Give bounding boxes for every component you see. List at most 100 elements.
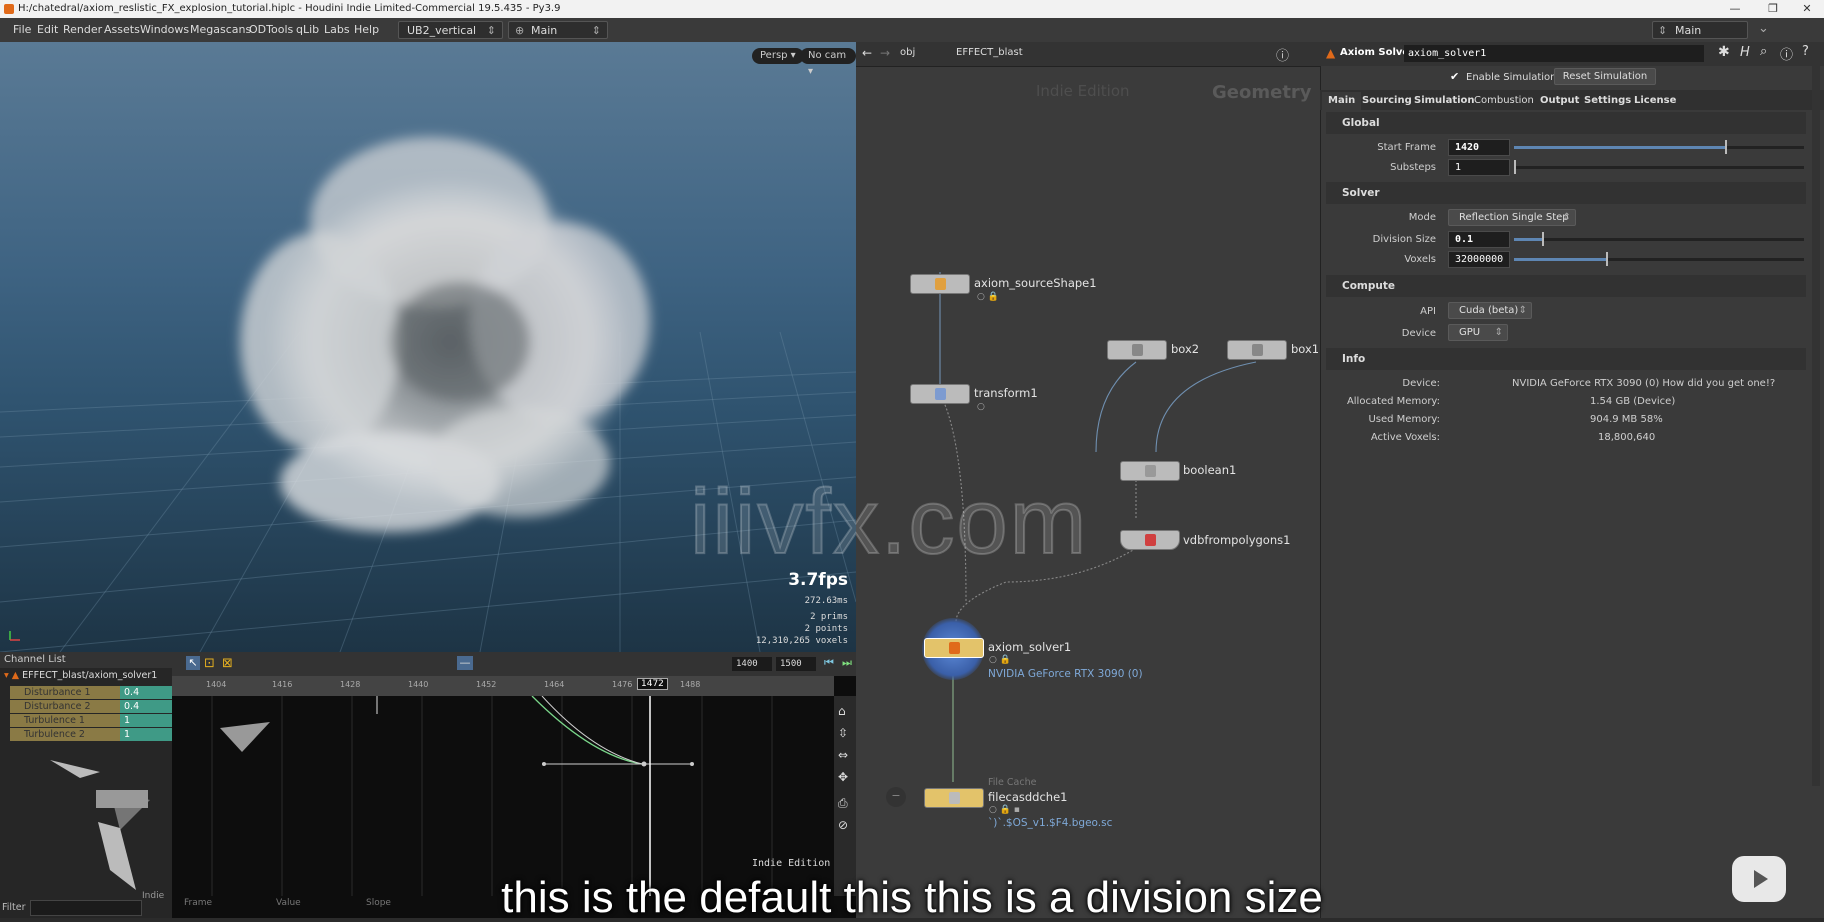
node-label: axiom_sourceShape1 <box>974 276 1097 290</box>
video-subtitle: this is the default this this is a divis… <box>501 873 1323 922</box>
device-dropdown[interactable]: GPU ⇕ <box>1448 324 1508 341</box>
node-axiom-source-shape[interactable] <box>910 274 970 294</box>
menu-qlib[interactable]: qLib <box>296 23 319 36</box>
voxels-slider[interactable] <box>1514 252 1804 266</box>
context-selector[interactable]: ⊕ Main ⇕ <box>508 21 608 39</box>
info-alloc-value: 1.54 GB (Device) <box>1590 396 1676 407</box>
search-icon[interactable]: ⌕ <box>1760 44 1767 59</box>
mode-dropdown[interactable]: Reflection Single Step ⇕ <box>1448 209 1576 226</box>
mode-value: Reflection Single Step <box>1459 212 1569 223</box>
voxels-label: Voxels <box>1404 254 1436 265</box>
skip-start-icon[interactable]: ⏮ <box>824 656 834 670</box>
parm-scrollbar[interactable] <box>1812 66 1820 786</box>
node-box1[interactable] <box>1227 340 1287 360</box>
slider-knob[interactable] <box>1542 232 1544 246</box>
channel-path-row[interactable]: ▾ ▲ EFFECT_blast/axiom_solver1 <box>4 670 172 682</box>
division-size-slider[interactable] <box>1514 232 1804 246</box>
menu-odtools[interactable]: ODTools <box>249 23 293 36</box>
checkbox-enable-sim[interactable]: ✔ <box>1450 70 1459 83</box>
right-desktop-selector[interactable]: ⇕ Main <box>1652 21 1748 39</box>
transform-node-icon <box>935 388 946 400</box>
node-flags: ○ 🔒 <box>977 292 999 302</box>
frame-vertical-icon[interactable]: ⇳ <box>838 726 848 740</box>
help-h-icon[interactable]: H <box>1740 45 1750 60</box>
node-sublabel: `)`.$OS_v1.$F4.bgeo.sc <box>988 817 1113 829</box>
window-title-bar: H:/chatedral/axiom_reslistic_FX_explosio… <box>0 0 1824 18</box>
node-vdb-from-polygons[interactable] <box>1120 530 1180 550</box>
substeps-field[interactable]: 1 <box>1448 159 1510 176</box>
node-axiom-solver[interactable] <box>924 638 984 658</box>
menu-edit[interactable]: Edit <box>37 23 58 36</box>
restore-button[interactable]: ❐ <box>1758 0 1788 18</box>
camera-menu-button[interactable]: No cam ▾ <box>800 48 856 77</box>
menu-megascans[interactable]: Megascans <box>190 23 251 36</box>
section-solver[interactable]: Solver <box>1326 182 1806 204</box>
menu-assets[interactable]: Assets <box>104 23 140 36</box>
ruler-tick-label: 1404 <box>206 680 227 689</box>
info-used-value: 904.9 MB 58% <box>1590 414 1663 425</box>
range-start-field[interactable]: 1400 <box>732 657 772 671</box>
reset-simulation-button[interactable]: Reset Simulation <box>1554 68 1656 85</box>
tab-combustion[interactable]: Combustion <box>1468 92 1540 110</box>
frame-horizontal-icon[interactable]: ⇔ <box>838 748 848 762</box>
menu-render[interactable]: Render <box>63 23 102 36</box>
slider-fill <box>1514 258 1607 261</box>
menu-windows[interactable]: Windows <box>140 23 189 36</box>
node-file-cache[interactable] <box>924 788 984 808</box>
info-device-label: Device: <box>1402 378 1440 389</box>
start-frame-slider[interactable] <box>1514 140 1804 154</box>
division-size-field[interactable]: 0.1 <box>1448 231 1510 248</box>
skip-end-icon[interactable]: ⏭ <box>842 656 852 670</box>
close-button[interactable]: ✕ <box>1792 0 1822 18</box>
section-info[interactable]: Info <box>1326 348 1806 370</box>
channel-row[interactable]: Disturbance 2 0.4 <box>10 700 184 713</box>
substeps-slider[interactable] <box>1514 160 1804 174</box>
points-readout: 2 points <box>804 624 848 634</box>
node-name-field[interactable]: axiom_solver1 <box>1404 45 1704 62</box>
box-select-icon[interactable]: ⊡ <box>204 656 215 671</box>
info-icon[interactable]: ⓘ <box>1780 44 1793 63</box>
graph-indie-edition: Indie Edition <box>752 858 831 869</box>
section-global[interactable]: Global <box>1326 112 1806 134</box>
frame-ruler[interactable]: 1404 1416 1428 1440 1452 1464 1476 1488 … <box>172 676 834 696</box>
chevron-down-icon[interactable]: ⌄ <box>1758 21 1769 36</box>
desktop-selector[interactable]: UB2_vertical ⇕ <box>398 21 503 39</box>
section-compute[interactable]: Compute <box>1326 275 1806 297</box>
menu-file[interactable]: File <box>13 23 31 36</box>
channel-row[interactable]: Disturbance 1 0.4 <box>10 686 184 699</box>
scale-tool-icon[interactable]: ⊠ <box>222 656 233 671</box>
api-dropdown[interactable]: Cuda (beta) ⇕ <box>1448 302 1532 319</box>
minimize-button[interactable]: — <box>1720 0 1750 18</box>
curve-graph[interactable] <box>172 696 834 896</box>
persp-menu-button[interactable]: Persp ▾ <box>752 48 804 64</box>
snapshot-icon[interactable]: ⎙ <box>838 796 848 811</box>
file-node-icon <box>949 792 960 804</box>
current-frame-marker[interactable]: 1472 <box>637 678 668 690</box>
updown-arrow-icon: ⇕ <box>1518 305 1527 316</box>
start-frame-field[interactable]: 1420 <box>1448 139 1510 156</box>
channel-row[interactable]: Turbulence 2 1 <box>10 728 184 741</box>
node-flags: ○ <box>977 402 985 412</box>
slider-knob[interactable] <box>1605 252 1608 266</box>
range-end-field[interactable]: 1500 <box>776 657 816 671</box>
menu-labs[interactable]: Labs <box>324 23 350 36</box>
slider-knob[interactable] <box>1514 160 1516 174</box>
watermark: iiivfx.com <box>689 470 1089 574</box>
minus-circle-icon[interactable]: − <box>886 787 906 807</box>
home-icon[interactable]: ⌂ <box>838 704 846 718</box>
voxels-field[interactable]: 32000000 <box>1448 251 1510 268</box>
info-active-label: Active Voxels: <box>1370 432 1440 443</box>
curve-view-icon[interactable]: ⊘ <box>838 818 848 832</box>
channel-row[interactable]: Turbulence 1 1 <box>10 714 184 727</box>
tab-license[interactable]: License <box>1628 92 1682 110</box>
node-box2[interactable] <box>1107 340 1167 360</box>
select-tool-icon[interactable]: ↖ <box>186 656 200 670</box>
slider-knob[interactable] <box>1724 140 1727 154</box>
gear-icon[interactable]: ✱ <box>1718 44 1730 60</box>
node-boolean[interactable] <box>1120 461 1180 481</box>
flat-tangent-icon[interactable]: — <box>457 656 473 670</box>
help-icon[interactable]: ? <box>1802 44 1809 59</box>
node-transform[interactable] <box>910 384 970 404</box>
menu-help[interactable]: Help <box>354 23 379 36</box>
frame-all-icon[interactable]: ✥ <box>838 770 848 784</box>
